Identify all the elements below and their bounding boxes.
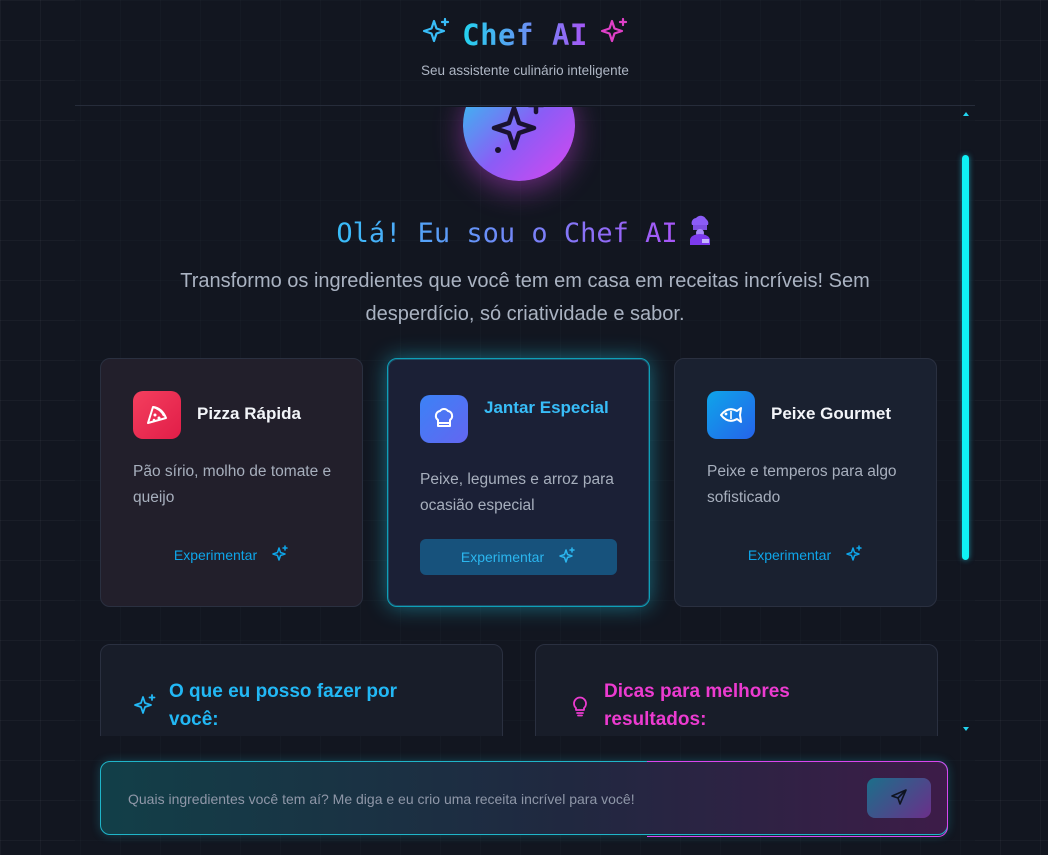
card-description: Peixe e temperos para algo sofisticado [707,463,897,506]
chef-icon [686,215,714,252]
capabilities-section: O que eu posso fazer por você: [100,644,503,736]
sparkles-icon [420,16,452,53]
card-title: Peixe Gourmet [771,404,891,423]
scroll-down-arrow-icon[interactable] [963,727,969,731]
card-description: Peixe, legumes e arroz para ocasião espe… [420,471,614,514]
chat-input-bar [100,761,948,837]
app-title-row: Chef AI [75,16,975,53]
send-icon [890,788,908,809]
sparkles-icon [558,546,576,568]
fish-icon [707,391,755,439]
app-title: Chef AI [462,17,588,52]
suggestion-card-dinner[interactable]: Jantar Especial Peixe, legumes e arroz p… [387,358,650,607]
app-container: Chef AI Seu assistente culinário intelig… [75,0,975,855]
chef-hat-icon [420,395,468,443]
sparkles-icon [598,16,630,53]
try-button-pizza[interactable]: Experimentar [133,537,330,573]
chat-scroll-area[interactable]: Olá! Eu sou o Chef AI Transformo os ingr… [75,107,975,736]
suggestion-card-pizza[interactable]: Pizza Rápida Pão sírio, molho de tomate … [100,358,363,607]
scrollbar-thumb[interactable] [962,155,969,560]
section-title: Dicas para melhores resultados: [604,681,790,730]
lightbulb-icon [568,693,592,722]
hero-sparkles-icon [463,107,575,181]
pizza-icon [133,391,181,439]
sparkles-icon [133,693,157,722]
header: Chef AI Seu assistente culinário intelig… [75,0,975,106]
chat-input[interactable] [128,786,848,812]
button-label: Experimentar [747,547,832,563]
scrollbar[interactable] [961,107,971,736]
try-button-fish[interactable]: Experimentar [707,537,904,573]
greeting-text: Olá! Eu sou o Chef AI [336,218,678,249]
card-title: Jantar Especial [484,398,609,417]
section-title: O que eu posso fazer por você: [169,681,398,730]
tips-section: Dicas para melhores resultados: [535,644,938,736]
button-label: Experimentar [460,549,545,565]
card-title: Pizza Rápida [197,404,301,423]
card-description: Pão sírio, molho de tomate e queijo [133,463,332,506]
suggestion-card-fish[interactable]: Peixe Gourmet Peixe e temperos para algo… [674,358,937,607]
sparkles-icon [271,544,289,566]
app-subtitle: Seu assistente culinário inteligente [421,63,629,78]
scroll-up-arrow-icon[interactable] [963,112,969,116]
greeting-heading: Olá! Eu sou o Chef AI [75,215,975,252]
intro-text: Transformo os ingredientes que você tem … [180,270,870,325]
send-button[interactable] [867,778,931,818]
button-label: Experimentar [173,547,258,563]
try-button-dinner[interactable]: Experimentar [420,539,617,575]
sparkles-icon [845,544,863,566]
